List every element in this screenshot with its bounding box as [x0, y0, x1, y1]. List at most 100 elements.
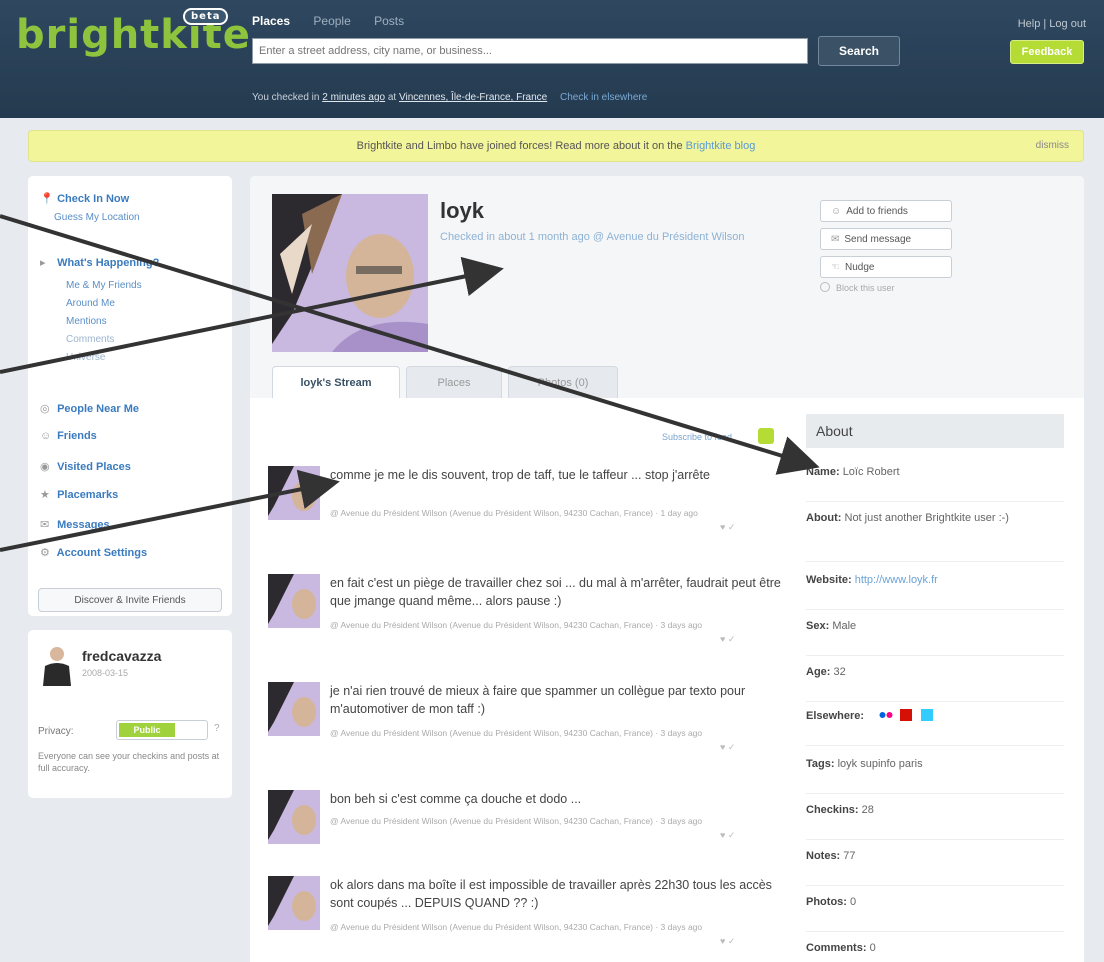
about-website-link[interactable]: http://www.loyk.fr — [855, 574, 938, 586]
sidebar-sub-around-me[interactable]: Around Me — [66, 298, 115, 309]
privacy-label: Privacy: — [38, 726, 74, 737]
post-avatar[interactable] — [268, 790, 320, 844]
about-about-row: About: Not just another Brightkite user … — [806, 510, 1064, 562]
sidebar-sub-universe[interactable]: Universe — [66, 352, 105, 363]
about-tags-value[interactable]: loyk supinfo paris — [838, 758, 923, 770]
sidebar-sub-me-friends[interactable]: Me & My Friends — [66, 280, 142, 291]
checkin-time-link[interactable]: 2 minutes ago — [322, 92, 385, 103]
flickr-icon[interactable] — [879, 709, 893, 721]
brightkite-blog-link[interactable]: Brightkite blog — [686, 140, 756, 152]
search-scope-tabs: Places People Posts — [252, 14, 424, 28]
post-text: bon beh si c'est comme ça douche et dodo… — [330, 792, 582, 806]
about-photos-row: Photos: 0 — [806, 894, 1064, 932]
twitter-icon[interactable] — [921, 709, 934, 721]
post-meta[interactable]: @ Avenue du Président Wilson (Avenue du … — [330, 508, 710, 519]
tab-posts[interactable]: Posts — [374, 14, 404, 28]
profile-actions: ☺ Add to friends ✉ Send message ☜ Nudge Blo… — [820, 200, 952, 293]
block-icon — [820, 282, 830, 292]
post-meta[interactable]: @ Avenue du Président Wilson (Avenue du … — [330, 620, 710, 631]
top-header: brightkite beta Places People Posts Sear… — [0, 0, 1104, 118]
star-icon: ★ — [40, 489, 50, 501]
about-about-label: About: — [806, 512, 842, 524]
check-in-elsewhere-link[interactable]: Check in elsewhere — [560, 92, 647, 103]
person-icon — [43, 647, 71, 686]
about-sex-label: Sex: — [806, 620, 830, 632]
search-input[interactable] — [252, 38, 808, 64]
tab-places[interactable]: Places — [406, 366, 502, 398]
privacy-description: Everyone can see your checkins and posts… — [38, 751, 220, 773]
post-avatar[interactable] — [268, 876, 320, 930]
tab-stream[interactable]: loyk's Stream — [272, 366, 400, 398]
post-avatar[interactable] — [268, 574, 320, 628]
sidebar-item-label: Messages — [57, 519, 110, 531]
checkin-at: at — [387, 92, 397, 103]
post-avatar[interactable] — [268, 682, 320, 736]
tab-people[interactable]: People — [313, 14, 350, 28]
post-actions[interactable]: ♥ ✓ — [720, 522, 735, 533]
sidebar-item-account-settings[interactable]: ⚙ Account Settings — [40, 546, 147, 559]
tab-photos[interactable]: Photos (0) — [508, 366, 618, 398]
help-logout-links[interactable]: Help | Log out — [1018, 18, 1086, 30]
profile-photo[interactable] — [272, 194, 428, 352]
send-message-label: Send message — [844, 233, 912, 245]
about-tags-row: Tags: loyk supinfo paris — [806, 756, 1064, 794]
sidebar-item-placemarks[interactable]: ★ Placemarks — [40, 488, 118, 501]
sidebar-item-check-in-now[interactable]: 📍 Check In Now — [40, 192, 129, 205]
post-actions[interactable]: ♥ ✓ — [720, 936, 735, 947]
sidebar-item-label: What's Happening? — [57, 257, 160, 269]
send-message-button[interactable]: ✉ Send message — [820, 228, 952, 250]
megaphone-icon: ▸ — [40, 257, 46, 269]
user-avatar[interactable] — [40, 644, 74, 686]
brightkite-logo[interactable]: brightkite beta — [16, 8, 251, 58]
about-comments-label: Comments: — [806, 942, 867, 954]
nudge-button[interactable]: ☜ Nudge — [820, 256, 952, 278]
sidebar-item-whats-happening[interactable]: ▸ What's Happening? — [40, 256, 159, 269]
about-sex-value: Male — [832, 620, 857, 632]
sidebar-sub-mentions[interactable]: Mentions — [66, 316, 107, 327]
profile-header: loyk Checked in about 1 month ago @ Aven… — [250, 176, 1084, 398]
sidebar-sub-comments[interactable]: Comments — [66, 334, 114, 345]
about-about-value: Not just another Brightkite user :-) — [844, 512, 1009, 524]
post-actions[interactable]: ♥ ✓ — [720, 634, 735, 645]
privacy-toggle[interactable]: Public — [116, 720, 208, 740]
rss-icon[interactable] — [758, 428, 774, 444]
envelope-icon: ✉ — [40, 519, 50, 531]
guess-location-link[interactable]: Guess My Location — [54, 212, 140, 223]
nudge-icon: ☜ — [831, 261, 840, 273]
user-name[interactable]: fredcavazza — [82, 648, 161, 664]
add-friend-label: Add to friends — [846, 205, 908, 217]
add-friend-icon: ☺ — [831, 205, 842, 217]
post-meta[interactable]: @ Avenue du Président Wilson (Avenue du … — [330, 816, 710, 827]
about-notes-row: Notes: 77 — [806, 848, 1064, 886]
dismiss-link[interactable]: dismiss — [1036, 131, 1069, 161]
post-actions[interactable]: ♥ ✓ — [720, 830, 735, 841]
block-user-link[interactable]: Block this user — [820, 282, 952, 293]
help-icon[interactable]: ? — [214, 723, 220, 734]
feedback-button[interactable]: Feedback — [1010, 40, 1084, 64]
subscribe-feed-link[interactable]: Subscribe to feed — [662, 432, 732, 442]
sidebar-item-messages[interactable]: ✉ Messages — [40, 518, 110, 531]
sidebar-item-visited-places[interactable]: ◉ Visited Places — [40, 460, 131, 473]
announcement-text: Brightkite and Limbo have joined forces!… — [356, 140, 683, 152]
lastfm-icon[interactable] — [900, 709, 913, 721]
post-meta[interactable]: @ Avenue du Président Wilson (Avenue du … — [330, 922, 710, 933]
about-age-row: Age: 32 — [806, 664, 1064, 702]
target-icon: ◎ — [40, 403, 50, 415]
sidebar-item-people-near-me[interactable]: ◎ People Near Me — [40, 402, 139, 415]
post-avatar[interactable] — [268, 466, 320, 520]
about-comments-value: 0 — [869, 942, 876, 954]
checkin-place-link[interactable]: Vincennes, Île-de-France, France — [399, 92, 547, 103]
sidebar-item-friends[interactable]: ☺ Friends — [40, 430, 97, 442]
post-actions[interactable]: ♥ ✓ — [720, 742, 735, 753]
about-notes-value: 77 — [843, 850, 856, 862]
search-button[interactable]: Search — [818, 36, 900, 66]
sidebar-item-label: Check In Now — [57, 193, 130, 205]
beta-badge: beta — [183, 8, 229, 25]
add-friend-button[interactable]: ☺ Add to friends — [820, 200, 952, 222]
post-text: comme je me le dis souvent, trop de taff… — [330, 468, 710, 482]
post-meta[interactable]: @ Avenue du Président Wilson (Avenue du … — [330, 728, 710, 739]
gear-icon: ⚙ — [40, 547, 50, 559]
discover-invite-friends-button[interactable]: Discover & Invite Friends — [38, 588, 222, 612]
tab-places[interactable]: Places — [252, 14, 290, 28]
profile-last-checkin[interactable]: Checked in about 1 month ago @ Avenue du… — [440, 230, 760, 245]
